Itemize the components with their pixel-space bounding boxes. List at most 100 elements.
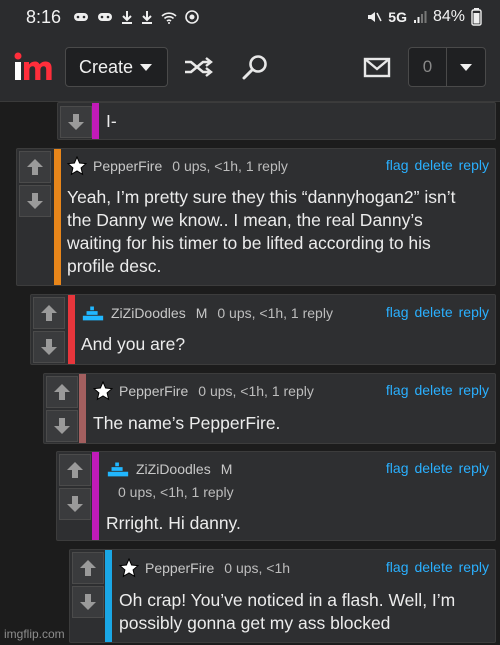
upvote-icon	[67, 462, 83, 478]
downvote-icon	[80, 594, 96, 610]
gamepad-icon	[98, 13, 113, 21]
flag-link[interactable]: flag	[386, 304, 409, 320]
mod-badge: M	[195, 305, 208, 321]
reply-link[interactable]: reply	[459, 157, 489, 173]
downvote-button[interactable]	[19, 185, 51, 217]
system-tray: 5G 84%	[366, 8, 482, 26]
mod-badge: M	[220, 461, 233, 477]
upvote-icon	[27, 159, 43, 175]
comment-username[interactable]: PepperFire	[93, 158, 162, 174]
comment: PepperFire 0 ups, <1h, 1 reply flag dele…	[43, 373, 496, 444]
comment-username[interactable]: ZiZiDoodles	[111, 305, 186, 321]
create-button[interactable]: Create	[65, 47, 168, 87]
downvote-icon	[41, 339, 57, 355]
notification-icons	[73, 10, 199, 24]
upvote-button[interactable]	[33, 297, 65, 329]
comment-meta: ZiZiDoodles M	[106, 457, 242, 481]
target-icon	[185, 10, 199, 24]
comment: ZiZiDoodles M 0 ups, <1h, 1 reply flag d…	[56, 451, 496, 541]
flag-link[interactable]: flag	[386, 460, 409, 476]
comment-meta-line2: 0 ups, <1h, 1 reply	[118, 480, 234, 504]
vote-controls	[19, 151, 51, 219]
search-icon[interactable]	[240, 54, 270, 80]
comment-meta: PepperFire 0 ups, <1h	[119, 556, 290, 580]
notification-count: 0	[409, 48, 447, 86]
comment-text: Rrright. Hi danny.	[106, 513, 241, 533]
delete-link[interactable]: delete	[414, 382, 452, 398]
battery-icon	[471, 8, 482, 26]
delete-link[interactable]: delete	[414, 304, 452, 320]
upvote-icon	[54, 384, 70, 400]
download-icon	[122, 11, 133, 24]
reply-link[interactable]: reply	[459, 460, 489, 476]
comment-actions: flag delete reply	[386, 559, 489, 575]
comment: ZiZiDoodles M 0 ups, <1h, 1 reply flag d…	[30, 294, 496, 365]
vote-controls	[59, 454, 91, 522]
mute-icon	[368, 12, 382, 22]
imgflip-logo-icon[interactable]	[12, 52, 52, 82]
network-type: 5G	[388, 9, 407, 25]
flag-link[interactable]: flag	[386, 559, 409, 575]
upvote-button[interactable]	[59, 454, 91, 486]
delete-link[interactable]: delete	[414, 460, 452, 476]
notification-dropdown[interactable]: 0	[408, 47, 486, 87]
upvote-button[interactable]	[19, 151, 51, 183]
thread-depth-bar	[105, 550, 112, 642]
star-icon	[93, 381, 113, 401]
delete-link[interactable]: delete	[414, 157, 452, 173]
upvote-button[interactable]	[72, 552, 104, 584]
thread-depth-bar	[92, 103, 99, 139]
comment-actions: flag delete reply	[386, 157, 489, 173]
create-button-label: Create	[79, 56, 134, 77]
comment-stats: 0 ups, <1h, 1 reply	[118, 484, 234, 500]
comment-stats: 0 ups, <1h, 1 reply	[198, 383, 314, 399]
comment: I-	[57, 102, 496, 140]
comment-meta: PepperFire 0 ups, <1h, 1 reply	[93, 379, 314, 403]
vote-controls	[33, 297, 65, 365]
zizi-avatar-icon	[107, 462, 129, 477]
comment-actions: flag delete reply	[386, 304, 489, 320]
comment: PepperFire 0 ups, <1h, 1 reply flag dele…	[16, 148, 496, 286]
downvote-button[interactable]	[72, 586, 104, 618]
downvote-icon	[27, 193, 43, 209]
reply-link[interactable]: reply	[459, 304, 489, 320]
reply-link[interactable]: reply	[459, 559, 489, 575]
app-header: Create 0	[0, 34, 500, 102]
upvote-button[interactable]	[46, 376, 78, 408]
downvote-button[interactable]	[60, 106, 92, 138]
comment: PepperFire 0 ups, <1h flag delete reply …	[69, 549, 496, 643]
thread-depth-bar	[54, 149, 61, 285]
downvote-icon	[68, 114, 84, 130]
comment-stats: 0 ups, <1h, 1 reply	[172, 158, 288, 174]
comment-text: Oh crap! You’ve noticed in a flash. Well…	[119, 590, 456, 633]
chevron-down-icon	[460, 63, 472, 71]
shuffle-icon[interactable]	[183, 54, 213, 80]
dropdown-toggle[interactable]	[447, 48, 485, 86]
flag-link[interactable]: flag	[386, 157, 409, 173]
star-icon	[119, 558, 139, 578]
chevron-down-icon	[140, 63, 153, 71]
comment-actions: flag delete reply	[386, 460, 489, 476]
upvote-icon	[41, 305, 57, 321]
comment-username[interactable]: PepperFire	[145, 560, 214, 576]
downvote-button[interactable]	[59, 488, 91, 520]
reply-link[interactable]: reply	[459, 382, 489, 398]
comment-actions: flag delete reply	[386, 382, 489, 398]
downvote-button[interactable]	[33, 331, 65, 363]
gamepad-icon	[74, 13, 89, 21]
battery-level: 84%	[432, 8, 465, 25]
comment-username[interactable]: PepperFire	[119, 383, 188, 399]
vote-controls	[72, 552, 104, 620]
comment-text: I-	[106, 111, 117, 131]
status-bar: 8:16 5G 84%	[0, 0, 500, 34]
comment-text: And you are?	[81, 334, 186, 354]
delete-link[interactable]: delete	[414, 559, 452, 575]
flag-link[interactable]: flag	[386, 382, 409, 398]
comment-text: The name’s PepperFire.	[93, 413, 281, 433]
star-icon	[67, 156, 87, 176]
downvote-button[interactable]	[46, 410, 78, 442]
mail-icon[interactable]	[362, 54, 392, 80]
comment-stats: 0 ups, <1h	[224, 560, 291, 576]
comment-meta: ZiZiDoodles M 0 ups, <1h, 1 reply	[81, 301, 333, 325]
comment-username[interactable]: ZiZiDoodles	[136, 461, 211, 477]
